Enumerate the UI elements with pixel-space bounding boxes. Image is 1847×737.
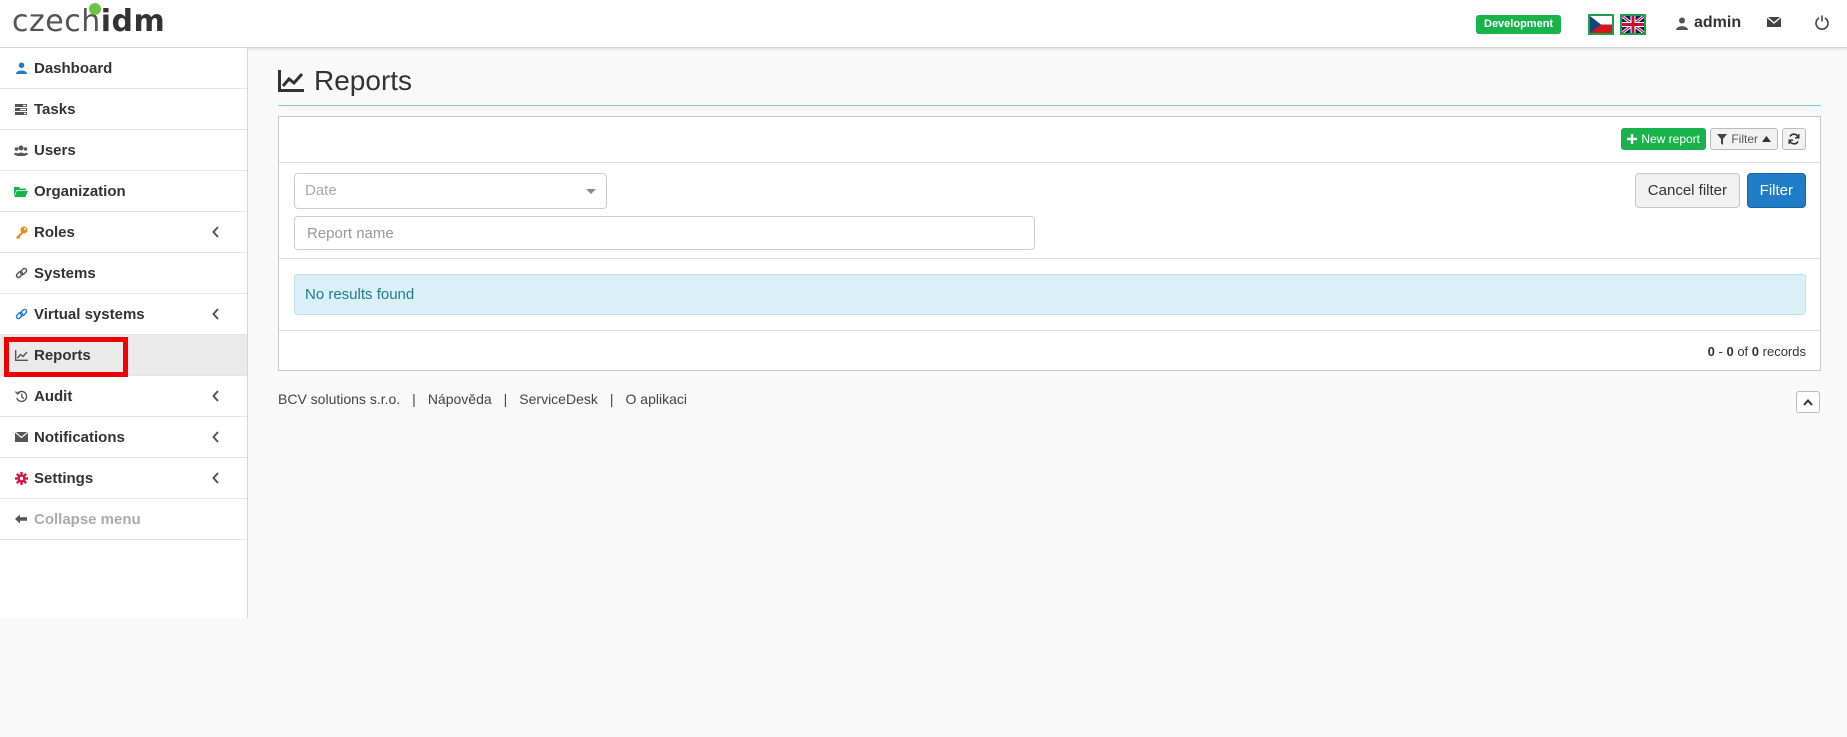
sidebar-item-label: Collapse menu — [34, 510, 141, 528]
panel-toolbar: New report Filter — [279, 117, 1820, 163]
environment-badge: Development — [1476, 15, 1562, 34]
pager-suffix: records — [1762, 344, 1806, 359]
sidebar-item-virtual-systems[interactable]: Virtual systems — [0, 294, 247, 335]
sidebar-item-dashboard[interactable]: Dashboard — [0, 48, 247, 89]
folder-open-icon — [14, 184, 28, 198]
footer-separator: | — [503, 391, 508, 407]
footer-link-company[interactable]: BCV solutions s.r.o. — [278, 391, 400, 407]
sidebar-item-label: Dashboard — [34, 59, 113, 77]
results-area: No results found — [279, 259, 1820, 331]
new-report-label: New report — [1641, 132, 1700, 146]
arrow-left-icon — [14, 512, 28, 526]
logo-text-main: czech — [12, 4, 101, 39]
filter-toggle-label: Filter — [1731, 132, 1758, 146]
uk-flag-icon[interactable] — [1620, 14, 1646, 35]
filter-icon — [1717, 133, 1728, 145]
gear-icon — [14, 471, 28, 485]
footer-link-about[interactable]: O aplikaci — [626, 391, 687, 407]
footer-link-help[interactable]: Nápověda — [428, 391, 492, 407]
page-title: Reports — [278, 65, 412, 97]
report-name-input[interactable] — [294, 216, 1035, 250]
sidebar-item-audit[interactable]: Audit — [0, 376, 247, 417]
pager-of: of — [1737, 344, 1749, 359]
sidebar-item-label: Settings — [34, 469, 94, 487]
sidebar-item-label: Organization — [34, 182, 126, 200]
sidebar-item-notifications[interactable]: Notifications — [0, 417, 247, 458]
pager-to: 0 — [1726, 344, 1734, 359]
no-results-alert: No results found — [294, 274, 1806, 315]
czech-flag-icon[interactable] — [1588, 14, 1614, 35]
chevron-up-icon — [1803, 398, 1813, 406]
logo-text-accent: idm — [100, 4, 166, 39]
sidebar-item-systems[interactable]: Systems — [0, 253, 247, 294]
chevron-left-icon — [212, 226, 219, 238]
chevron-left-icon — [212, 308, 219, 320]
reports-panel: New report Filter Date Cancel filter Fil… — [278, 116, 1821, 371]
highlight-box-reports — [4, 337, 128, 377]
pager-total: 0 — [1751, 344, 1760, 359]
user-menu[interactable]: admin — [1676, 14, 1741, 32]
sidebar-item-label: Users — [34, 141, 76, 159]
title-divider — [278, 105, 1821, 106]
sidebar-item-settings[interactable]: Settings — [0, 458, 247, 499]
filter-form: Date Cancel filter Filter — [279, 163, 1820, 259]
sidebar-item-label: Systems — [34, 264, 96, 282]
filter-toggle-button[interactable]: Filter — [1710, 128, 1778, 150]
sidebar-item-label: Tasks — [34, 100, 76, 118]
user-icon — [14, 61, 28, 75]
caret-up-icon — [1762, 136, 1771, 142]
scroll-to-top-button[interactable] — [1796, 391, 1820, 413]
footer-separator: | — [609, 391, 614, 407]
apply-filter-button[interactable]: Filter — [1746, 173, 1806, 208]
footer-separator: | — [412, 391, 416, 407]
link-icon — [14, 307, 28, 321]
footer: BCV solutions s.r.o. | Nápověda | Servic… — [278, 391, 687, 407]
logo-dot — [89, 3, 101, 15]
chevron-left-icon — [212, 390, 219, 402]
cancel-filter-button[interactable]: Cancel filter — [1634, 173, 1740, 208]
page-title-text: Reports — [314, 65, 413, 96]
user-icon — [1676, 17, 1688, 30]
new-report-button[interactable]: New report — [1621, 128, 1706, 150]
key-icon — [14, 225, 28, 239]
refresh-icon — [1788, 133, 1800, 145]
sidebar: Dashboard Tasks Users Organization Roles… — [0, 48, 248, 618]
pager-from: 0 — [1707, 344, 1715, 359]
envelope-icon — [14, 430, 28, 444]
date-select[interactable]: Date — [294, 173, 607, 209]
username: admin — [1694, 14, 1742, 31]
sidebar-item-label: Virtual systems — [34, 305, 145, 323]
users-icon — [14, 143, 28, 157]
history-icon — [14, 389, 28, 403]
line-chart-icon — [278, 70, 304, 92]
sidebar-item-label: Audit — [34, 387, 73, 405]
tasks-icon — [14, 102, 28, 116]
sidebar-item-collapse-menu[interactable]: Collapse menu — [0, 499, 247, 540]
sidebar-item-tasks[interactable]: Tasks — [0, 89, 247, 130]
sidebar-item-organization[interactable]: Organization — [0, 171, 247, 212]
link-icon — [14, 266, 28, 280]
power-icon[interactable] — [1814, 14, 1832, 32]
refresh-button[interactable] — [1782, 128, 1806, 150]
date-select-placeholder: Date — [305, 182, 337, 199]
footer-link-servicedesk[interactable]: ServiceDesk — [519, 391, 598, 407]
pagination-summary: 0 - 0 of 0 records — [1707, 344, 1806, 359]
caret-down-icon — [586, 189, 596, 194]
sidebar-item-roles[interactable]: Roles — [0, 212, 247, 253]
chevron-left-icon — [212, 431, 219, 443]
sidebar-item-users[interactable]: Users — [0, 130, 247, 171]
sidebar-item-label: Notifications — [34, 428, 125, 446]
sidebar-item-label: Roles — [34, 223, 75, 241]
envelope-icon[interactable] — [1766, 14, 1784, 32]
plus-icon — [1627, 134, 1638, 144]
chevron-left-icon — [212, 472, 219, 484]
top-navbar: czechidm Development admin — [0, 0, 1847, 48]
